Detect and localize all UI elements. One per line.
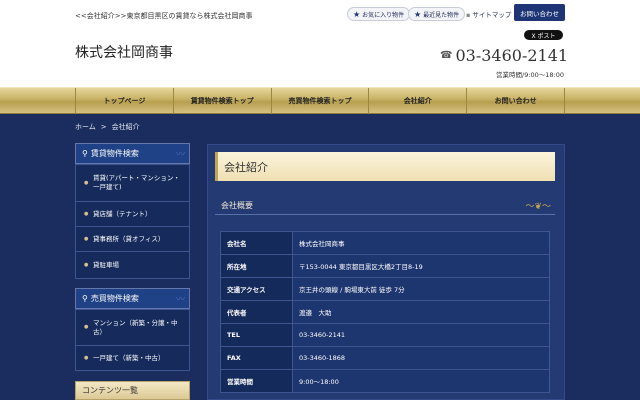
nav-item-sale-search[interactable]: 売買物件検索トップ (272, 88, 370, 114)
bullet-icon: ● (84, 235, 89, 242)
table-label: 営業時間 (220, 369, 293, 393)
sidebar-item-sale-house[interactable]: ● 一戸建て（新築・中古） (76, 346, 189, 370)
sidebar-contents-header: コンテンツ一覧 (75, 381, 190, 400)
header-tagline: <<会社紹介>>東京都目黒区の賃貸なら株式会社岡商事 (75, 12, 253, 20)
section-title-text: 会社概要 (221, 201, 253, 210)
sidebar-item-label: 貸事務所（貸オフィス） (93, 234, 165, 243)
table-row: FAX 03-3460-1868 (220, 346, 550, 370)
section-title: 会社概要 〜❦〜 (215, 197, 555, 215)
star-icon: ★ (414, 9, 422, 19)
search-icon: ⚲ (82, 294, 88, 303)
star-icon: ★ (353, 9, 361, 19)
page-title: 会社紹介 (215, 152, 555, 181)
table-value: 03-3460-1868 (292, 346, 550, 370)
sidebar-item-label: 貸店舗（テナント） (93, 209, 152, 218)
table-value: 京王井の頭線 / 駒場東大前 徒歩 7分 (292, 277, 550, 301)
sidebar-rental-header: ⚲ 賃貸物件検索 〰 (75, 143, 190, 164)
breadcrumb: ホーム > 会社紹介 (75, 122, 140, 132)
ornament-icon: 〜❦〜 (525, 202, 551, 212)
table-label: 交通アクセス (220, 277, 293, 301)
sitemap-label: サイトマップ (472, 11, 512, 19)
table-label: TEL (220, 323, 293, 347)
sidebar-item-rental-store[interactable]: ● 貸店舗（テナント） (76, 202, 189, 227)
table-label: 代表者 (220, 300, 293, 324)
nav-item-contact[interactable]: お問い合わせ (467, 88, 565, 114)
sidebar-rental-title: 賃貸物件検索 (90, 149, 139, 158)
sidebar-item-label: 一戸建て（新築・中古） (93, 353, 165, 362)
table-value: 9:00〜18:00 (292, 369, 550, 393)
table-value: 渡邉 大助 (292, 300, 550, 324)
phone-number: ☎ 03-3460-2141 (440, 46, 568, 65)
table-row: 営業時間 9:00〜18:00 (220, 369, 550, 393)
table-row: 交通アクセス 京王井の頭線 / 駒場東大前 徒歩 7分 (220, 277, 550, 301)
sitemap-link[interactable]: ▪ サイトマップ (466, 9, 511, 19)
search-icon: ⚲ (82, 149, 88, 158)
table-label: 所在地 (220, 254, 293, 278)
sidebar-sale-header: ⚲ 売買物件検索 〰 (75, 288, 190, 309)
recent-label: 最近見た物件 (423, 11, 460, 19)
phone-icon: ☎ (440, 50, 453, 61)
phone-text: 03-3460-2141 (455, 46, 569, 65)
favorites-label: お気に入り物件 (362, 11, 405, 19)
sitemap-icon: ▪ (466, 11, 471, 19)
table-value: 〒153-0044 東京都目黒区大橋2丁目8-19 (292, 254, 550, 278)
sidebar-sale-title: 売買物件検索 (90, 294, 139, 303)
table-label: 会社名 (220, 231, 293, 255)
nav-item-rental-search[interactable]: 賃貸物件検索トップ (174, 88, 272, 114)
sidebar-rental-list: ● 賃貸(アパート・マンション・一戸建て) ● 貸店舗（テナント） ● 貸事務所… (75, 164, 190, 279)
breadcrumb-home[interactable]: ホーム (75, 123, 96, 131)
bullet-icon: ● (84, 210, 89, 217)
site-header: <<会社紹介>>東京都目黒区の賃貸なら株式会社岡商事 株式会社岡商事 ★ お気に… (0, 0, 640, 87)
main-nav: トップページ 賃貸物件検索トップ 売買物件検索トップ 会社紹介 お問い合わせ (0, 87, 640, 114)
table-value: 03-3460-2141 (292, 323, 550, 347)
sidebar-item-label: 賃貸(アパート・マンション・一戸建て) (93, 174, 180, 191)
nav-item-top[interactable]: トップページ (76, 88, 174, 114)
sidebar-item-rental-office[interactable]: ● 貸事務所（貸オフィス） (76, 227, 189, 252)
table-label: FAX (220, 346, 293, 370)
sidebar-item-rental-apartment[interactable]: ● 賃貸(アパート・マンション・一戸建て) (76, 165, 189, 202)
breadcrumb-current: 会社紹介 (111, 123, 140, 131)
recent-viewed-button[interactable]: ★ 最近見た物件 (408, 7, 466, 21)
breadcrumb-separator: > (100, 123, 107, 131)
table-row: 会社名 株式会社岡商事 (220, 231, 550, 255)
contact-button[interactable]: お問い合わせ (514, 4, 565, 21)
bullet-icon: ● (84, 324, 89, 331)
business-hours: 営業時間/9:00〜18:00 (496, 71, 565, 79)
bullet-icon: ● (84, 354, 89, 361)
company-info-table: 会社名 株式会社岡商事 所在地 〒153-0044 東京都目黒区大橋2丁目8-1… (220, 231, 550, 393)
table-value: 株式会社岡商事 (292, 231, 550, 255)
x-post-button[interactable]: X ポスト (524, 30, 563, 40)
nav-item-company[interactable]: 会社紹介 (369, 88, 468, 114)
bullet-icon: ● (84, 261, 89, 268)
sidebar-item-sale-mansion[interactable]: ● マンション（新築・分譲・中古） (76, 310, 189, 346)
sidebar-item-label: マンション（新築・分譲・中古） (93, 318, 178, 336)
company-logo-title[interactable]: 株式会社岡商事 (75, 42, 173, 62)
ornament-icon: 〰 (175, 295, 185, 305)
sidebar-item-rental-parking[interactable]: ● 貸駐車場 (76, 252, 189, 278)
sidebar-sale-list: ● マンション（新築・分譲・中古） ● 一戸建て（新築・中古） (75, 309, 190, 371)
sidebar-item-label: 貸駐車場 (93, 260, 119, 269)
table-row: 所在地 〒153-0044 東京都目黒区大橋2丁目8-19 (220, 254, 550, 278)
favorites-button[interactable]: ★ お気に入り物件 (347, 7, 411, 21)
ornament-icon: 〰 (175, 150, 185, 160)
table-row: 代表者 渡邉 大助 (220, 300, 550, 324)
bullet-icon: ● (84, 179, 89, 186)
table-row: TEL 03-3460-2141 (220, 323, 550, 347)
